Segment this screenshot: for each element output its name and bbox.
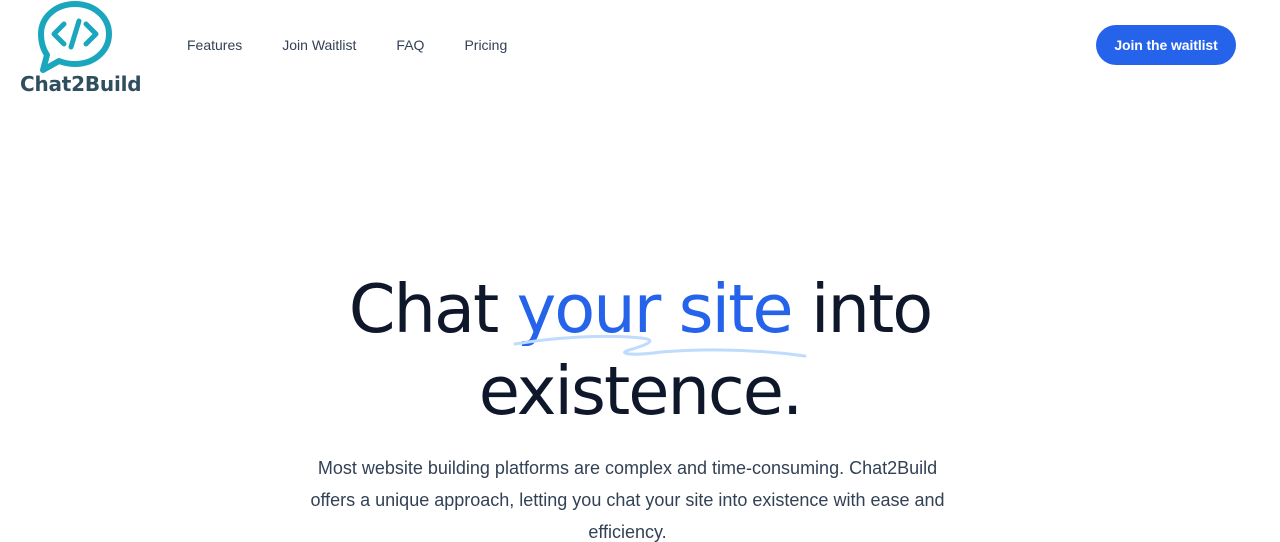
hero-title-accent: your site xyxy=(513,270,807,358)
nav-link-features[interactable]: Features xyxy=(187,36,242,54)
hero-title-line-1: Chat your site into xyxy=(0,268,1280,358)
nav-link-faq[interactable]: FAQ xyxy=(396,36,424,54)
hero-title-end: into xyxy=(791,270,933,348)
hero-title-line-2: existence. xyxy=(478,352,804,430)
brand-logo[interactable]: Chat2Build xyxy=(20,0,142,100)
brand-name: Chat2Build xyxy=(20,72,142,96)
chat-bubble-code-icon xyxy=(38,1,112,73)
nav-link-join-waitlist[interactable]: Join Waitlist xyxy=(282,36,356,54)
join-waitlist-button[interactable]: Join the waitlist xyxy=(1096,25,1236,65)
hero-title: Chat your site into existence. xyxy=(0,268,1280,432)
main-nav: Features Join Waitlist FAQ Pricing xyxy=(187,36,507,54)
nav-link-pricing[interactable]: Pricing xyxy=(464,36,507,54)
hero-title-start: Chat xyxy=(348,270,517,348)
landing-page: Chat2Build Features Join Waitlist FAQ Pr… xyxy=(0,0,1280,542)
hero-subtitle: Most website building platforms are comp… xyxy=(310,458,945,542)
hero-title-accent-text: your site xyxy=(516,270,794,348)
